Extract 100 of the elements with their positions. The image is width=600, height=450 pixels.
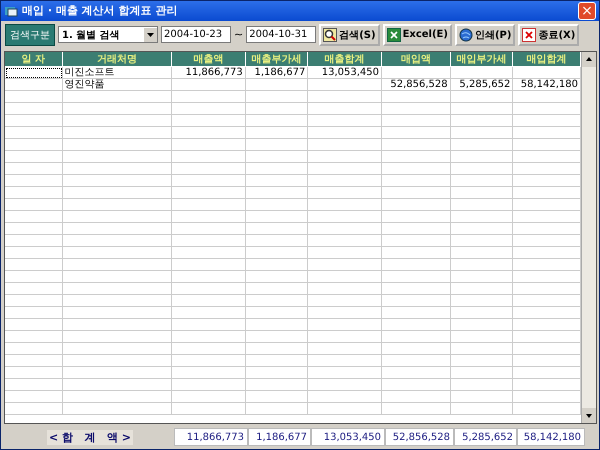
table-cell: [450, 258, 514, 271]
total-cell: 58,142,180: [517, 428, 585, 446]
column-header[interactable]: 일 자: [5, 52, 63, 67]
table-cell: [246, 282, 308, 295]
table-cell: [513, 234, 581, 247]
start-date-field[interactable]: 2004-10-23: [161, 26, 231, 44]
table-cell: [450, 174, 514, 187]
table-cell: [5, 282, 63, 295]
table-cell: [513, 162, 581, 175]
column-header[interactable]: 거래처명: [62, 52, 172, 67]
table-cell: [450, 186, 514, 199]
table-cell: [450, 402, 514, 415]
column-header[interactable]: 매입합계: [513, 52, 581, 67]
table-cell: [5, 330, 63, 343]
globe-icon: [458, 28, 473, 42]
table-cell: [513, 138, 581, 151]
table-cell: [450, 330, 514, 343]
search-button[interactable]: 검색(S): [319, 24, 380, 46]
table-cell: [246, 402, 308, 415]
end-date-field[interactable]: 2004-10-31: [246, 26, 316, 44]
table-cell: [382, 330, 451, 343]
total-cell: 1,186,677: [248, 428, 311, 446]
table-cell: [382, 138, 451, 151]
table-cell: [382, 126, 451, 139]
spreadsheet-icon: [386, 28, 401, 42]
table-cell: [246, 246, 308, 259]
table-cell: [513, 330, 581, 343]
table-cell: [513, 90, 581, 103]
table-cell: [382, 402, 451, 415]
window-title: 매입 · 매출 계산서 합계표 관리: [22, 3, 178, 18]
close-icon: [522, 28, 536, 42]
table-cell: [382, 390, 451, 403]
table-cell: [382, 282, 451, 295]
table-cell: [450, 354, 514, 367]
table-cell: [382, 234, 451, 247]
table-cell: [5, 174, 63, 187]
table-cell: [382, 186, 451, 199]
excel-button[interactable]: Excel(E): [382, 24, 452, 46]
total-cell: 11,866,773: [174, 428, 248, 446]
table-cell: [382, 210, 451, 223]
table-cell: [513, 66, 581, 79]
table-cell: [513, 390, 581, 403]
table-cell: [513, 114, 581, 127]
column-header[interactable]: 매입액: [382, 52, 451, 67]
table-cell: [382, 318, 451, 331]
table-cell: [5, 210, 63, 223]
table-cell: [246, 90, 308, 103]
column-header[interactable]: 매출액: [172, 52, 246, 67]
table-cell: [513, 258, 581, 271]
column-header[interactable]: 매입부가세: [450, 52, 514, 67]
print-button[interactable]: 인쇄(P): [454, 24, 516, 46]
table-cell: [513, 294, 581, 307]
table-cell: [246, 210, 308, 223]
table-cell: [5, 318, 63, 331]
scroll-up-icon[interactable]: [582, 52, 596, 67]
table-cell: [246, 78, 308, 91]
table-cell: [450, 222, 514, 235]
table-cell: [513, 270, 581, 283]
scroll-down-icon[interactable]: [582, 408, 596, 423]
column-header[interactable]: 매출부가세: [246, 52, 308, 67]
table-cell: [246, 114, 308, 127]
table-cell: [5, 198, 63, 211]
table-cell: [246, 270, 308, 283]
total-label: < 합 계 액 >: [46, 430, 134, 444]
table-cell: [382, 222, 451, 235]
table-cell: [246, 390, 308, 403]
table-cell: [246, 186, 308, 199]
range-separator: ~: [234, 28, 244, 42]
table-cell: [382, 378, 451, 391]
table-cell: [246, 174, 308, 187]
table-cell: [246, 234, 308, 247]
table-cell: [382, 90, 451, 103]
close-button[interactable]: ×: [578, 2, 596, 20]
table-cell: [5, 138, 63, 151]
table-cell: [5, 354, 63, 367]
table-cell: [450, 282, 514, 295]
column-header[interactable]: 매출합계: [308, 52, 382, 67]
table-cell: [382, 246, 451, 259]
table-cell: [5, 126, 63, 139]
table-cell: [5, 294, 63, 307]
table-cell: [246, 318, 308, 331]
table-cell: [450, 246, 514, 259]
search-mode-dropdown[interactable]: 1. 월별 검색: [58, 26, 158, 44]
table-cell: [382, 270, 451, 283]
table-cell: [450, 138, 514, 151]
table-cell: [513, 354, 581, 367]
table-cell: 1,186,677: [246, 66, 308, 79]
close-button[interactable]: 종료(X): [518, 24, 580, 46]
table-cell: [246, 138, 308, 151]
table-cell: [5, 102, 63, 115]
table-cell: [5, 270, 63, 283]
table-cell: [5, 222, 63, 235]
window-icon: [4, 4, 18, 17]
vertical-scrollbar[interactable]: [581, 52, 596, 423]
table-cell: [5, 234, 63, 247]
table-cell: [382, 162, 451, 175]
table-cell: [450, 270, 514, 283]
table-cell: [382, 306, 451, 319]
table-cell: [513, 366, 581, 379]
table-cell: [382, 174, 451, 187]
